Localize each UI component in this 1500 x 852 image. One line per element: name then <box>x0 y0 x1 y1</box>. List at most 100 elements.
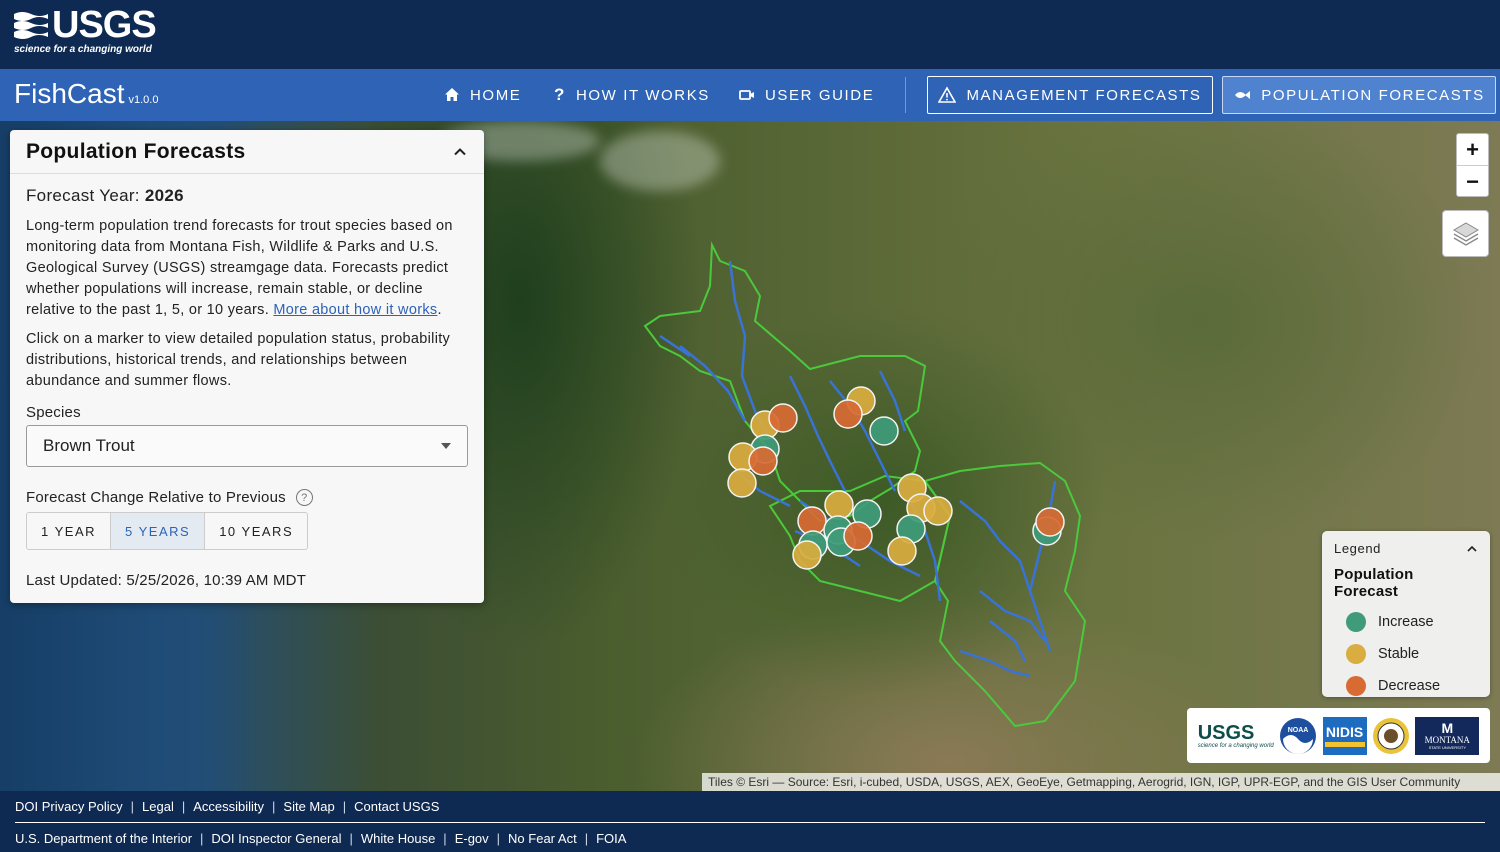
last-updated: Last Updated: 5/25/2026, 10:39 AM MDT <box>26 572 307 589</box>
help-icon[interactable]: ? <box>295 489 313 506</box>
forecast-change-label: Forecast Change Relative to Previous <box>26 489 286 506</box>
population-forecasts-button[interactable]: POPULATION FORECASTS <box>1222 76 1496 114</box>
footer-link[interactable]: Legal <box>142 799 174 814</box>
state-seal-logo[interactable] <box>1372 717 1410 755</box>
stream-network <box>659 260 1057 678</box>
forecast-marker-decrease[interactable] <box>748 446 778 476</box>
footer-separator: | <box>584 831 589 846</box>
noaa-logo[interactable]: NOAA <box>1279 717 1317 755</box>
panel-header[interactable]: Population Forecasts <box>10 130 484 174</box>
management-forecasts-button[interactable]: MANAGEMENT FORECASTS <box>927 76 1213 114</box>
legend-item-stable: Stable <box>1334 644 1478 664</box>
warning-icon <box>938 86 957 103</box>
legend-label-decrease: Decrease <box>1378 678 1441 694</box>
footer-link[interactable]: No Fear Act <box>508 831 577 846</box>
noaa-icon: NOAA <box>1280 717 1317 754</box>
legend-header[interactable]: Legend <box>1334 541 1478 556</box>
species-select[interactable]: Brown Trout <box>26 425 468 467</box>
forecast-marker-increase[interactable] <box>869 416 899 446</box>
usgs-logo[interactable]: USGS science for a changing world <box>14 4 157 55</box>
home-icon <box>445 88 459 101</box>
forecast-year: Forecast Year: 2026 <box>26 186 468 206</box>
footer-link[interactable]: Site Map <box>283 799 334 814</box>
legend-label-stable: Stable <box>1378 646 1420 662</box>
nav-user-guide[interactable]: USER GUIDE <box>739 69 874 121</box>
footer-separator: | <box>496 831 501 846</box>
footer-link[interactable]: Accessibility <box>193 799 264 814</box>
toggle-5-years[interactable]: 5 YEARS <box>111 513 206 549</box>
footer-divider <box>15 822 1485 823</box>
top-header: USGS science for a changing world <box>0 0 1500 69</box>
forecast-marker-stable[interactable] <box>824 490 854 520</box>
footer-link[interactable]: U.S. Department of the Interior <box>15 831 192 846</box>
nidis-text: NIDIS <box>1325 724 1364 740</box>
forecast-marker-decrease[interactable] <box>833 399 863 429</box>
footer: DOI Privacy Policy | Legal | Accessibility | S… <box>0 791 1500 852</box>
zoom-control: + − <box>1456 133 1489 197</box>
question-icon: ? <box>554 85 566 104</box>
panel-description: Long-term population trend forecasts for… <box>26 216 468 321</box>
footer-separator: | <box>200 831 204 846</box>
map-legend: Legend Population Forecast Increase Stab… <box>1322 531 1490 697</box>
fish-icon <box>1235 91 1251 99</box>
usgs-partner-tag: science for a changing world <box>1197 742 1274 749</box>
species-select-value: Brown Trout <box>43 436 135 455</box>
footer-separator: | <box>272 799 276 814</box>
seal-icon <box>1372 717 1409 754</box>
app-version: v1.0.0 <box>128 94 159 106</box>
montana-state-logo[interactable]: M MONTANA STATE UNIVERSITY <box>1415 716 1480 755</box>
msu-m: M <box>1441 719 1454 736</box>
footer-link[interactable]: White House <box>361 831 435 846</box>
nav-divider <box>905 77 906 113</box>
usgs-partner-word: USGS <box>1197 721 1255 744</box>
legend-title: Legend <box>1334 541 1381 556</box>
usgs-partner-logo[interactable]: USGS science for a changing world <box>1197 716 1274 755</box>
forecast-period-toggle: 1 YEAR 5 YEARS 10 YEARS <box>26 512 309 550</box>
footer-links-row-1: DOI Privacy Policy | Legal | Accessibility | S… <box>15 799 439 814</box>
main-nav: FishCast v1.0.0 HOME ? HOW IT WORKS USER … <box>0 69 1500 121</box>
panel-body: Forecast Year: 2026 Long-term population… <box>10 174 484 601</box>
forecast-marker-decrease[interactable] <box>1035 507 1065 537</box>
forecast-marker-stable[interactable] <box>887 536 917 566</box>
footer-link[interactable]: Contact USGS <box>354 799 439 814</box>
basin-outline-west <box>643 241 927 523</box>
footer-link[interactable]: DOI Privacy Policy <box>15 799 123 814</box>
nav-home[interactable]: HOME <box>444 69 521 121</box>
app-name: FishCast <box>14 78 125 109</box>
more-about-link[interactable]: More about how it works <box>273 302 437 318</box>
forecast-marker-stable[interactable] <box>792 540 822 570</box>
footer-link[interactable]: DOI Inspector General <box>211 831 341 846</box>
population-forecasts-panel: Population Forecasts Forecast Year: 2026… <box>10 130 484 603</box>
toggle-1-year[interactable]: 1 YEAR <box>27 513 112 549</box>
zoom-in-button[interactable]: + <box>1457 134 1488 166</box>
nav-how-it-works-label: HOW IT WORKS <box>575 86 710 104</box>
toggle-10-years[interactable]: 10 YEARS <box>205 513 307 549</box>
period: . <box>437 302 442 318</box>
nidis-logo[interactable]: NIDIS <box>1322 716 1367 755</box>
app-title[interactable]: FishCast v1.0.0 <box>14 78 158 110</box>
caret-down-icon <box>441 443 451 449</box>
footer-link[interactable]: E-gov <box>455 831 489 846</box>
forecast-marker-stable[interactable] <box>727 468 757 498</box>
forecast-marker-decrease[interactable] <box>768 403 798 433</box>
legend-label-increase: Increase <box>1378 614 1434 630</box>
footer-link[interactable]: FOIA <box>596 831 626 846</box>
zoom-out-button[interactable]: − <box>1457 166 1488 198</box>
usgs-logo-word: USGS <box>52 4 157 46</box>
footer-separator: | <box>443 831 447 846</box>
chevron-up-icon[interactable] <box>452 144 468 160</box>
map-attribution: Tiles © Esri — Source: Esri, i-cubed, US… <box>702 773 1500 791</box>
forecast-marker-stable[interactable] <box>923 496 953 526</box>
stable-swatch <box>1346 644 1366 664</box>
nav-how-it-works[interactable]: ? HOW IT WORKS <box>554 69 710 121</box>
layers-button[interactable] <box>1442 210 1489 257</box>
usgs-wave-icon <box>14 12 48 39</box>
forecast-year-value: 2026 <box>144 186 184 205</box>
layers-icon <box>1452 221 1479 246</box>
forecast-marker-decrease[interactable] <box>843 521 873 551</box>
legend-item-decrease: Decrease <box>1334 676 1478 696</box>
population-forecasts-label: POPULATION FORECASTS <box>1261 86 1485 104</box>
chevron-up-icon[interactable] <box>1466 543 1478 555</box>
legend-item-increase: Increase <box>1334 612 1478 632</box>
legend-subtitle: Population Forecast <box>1334 566 1414 600</box>
